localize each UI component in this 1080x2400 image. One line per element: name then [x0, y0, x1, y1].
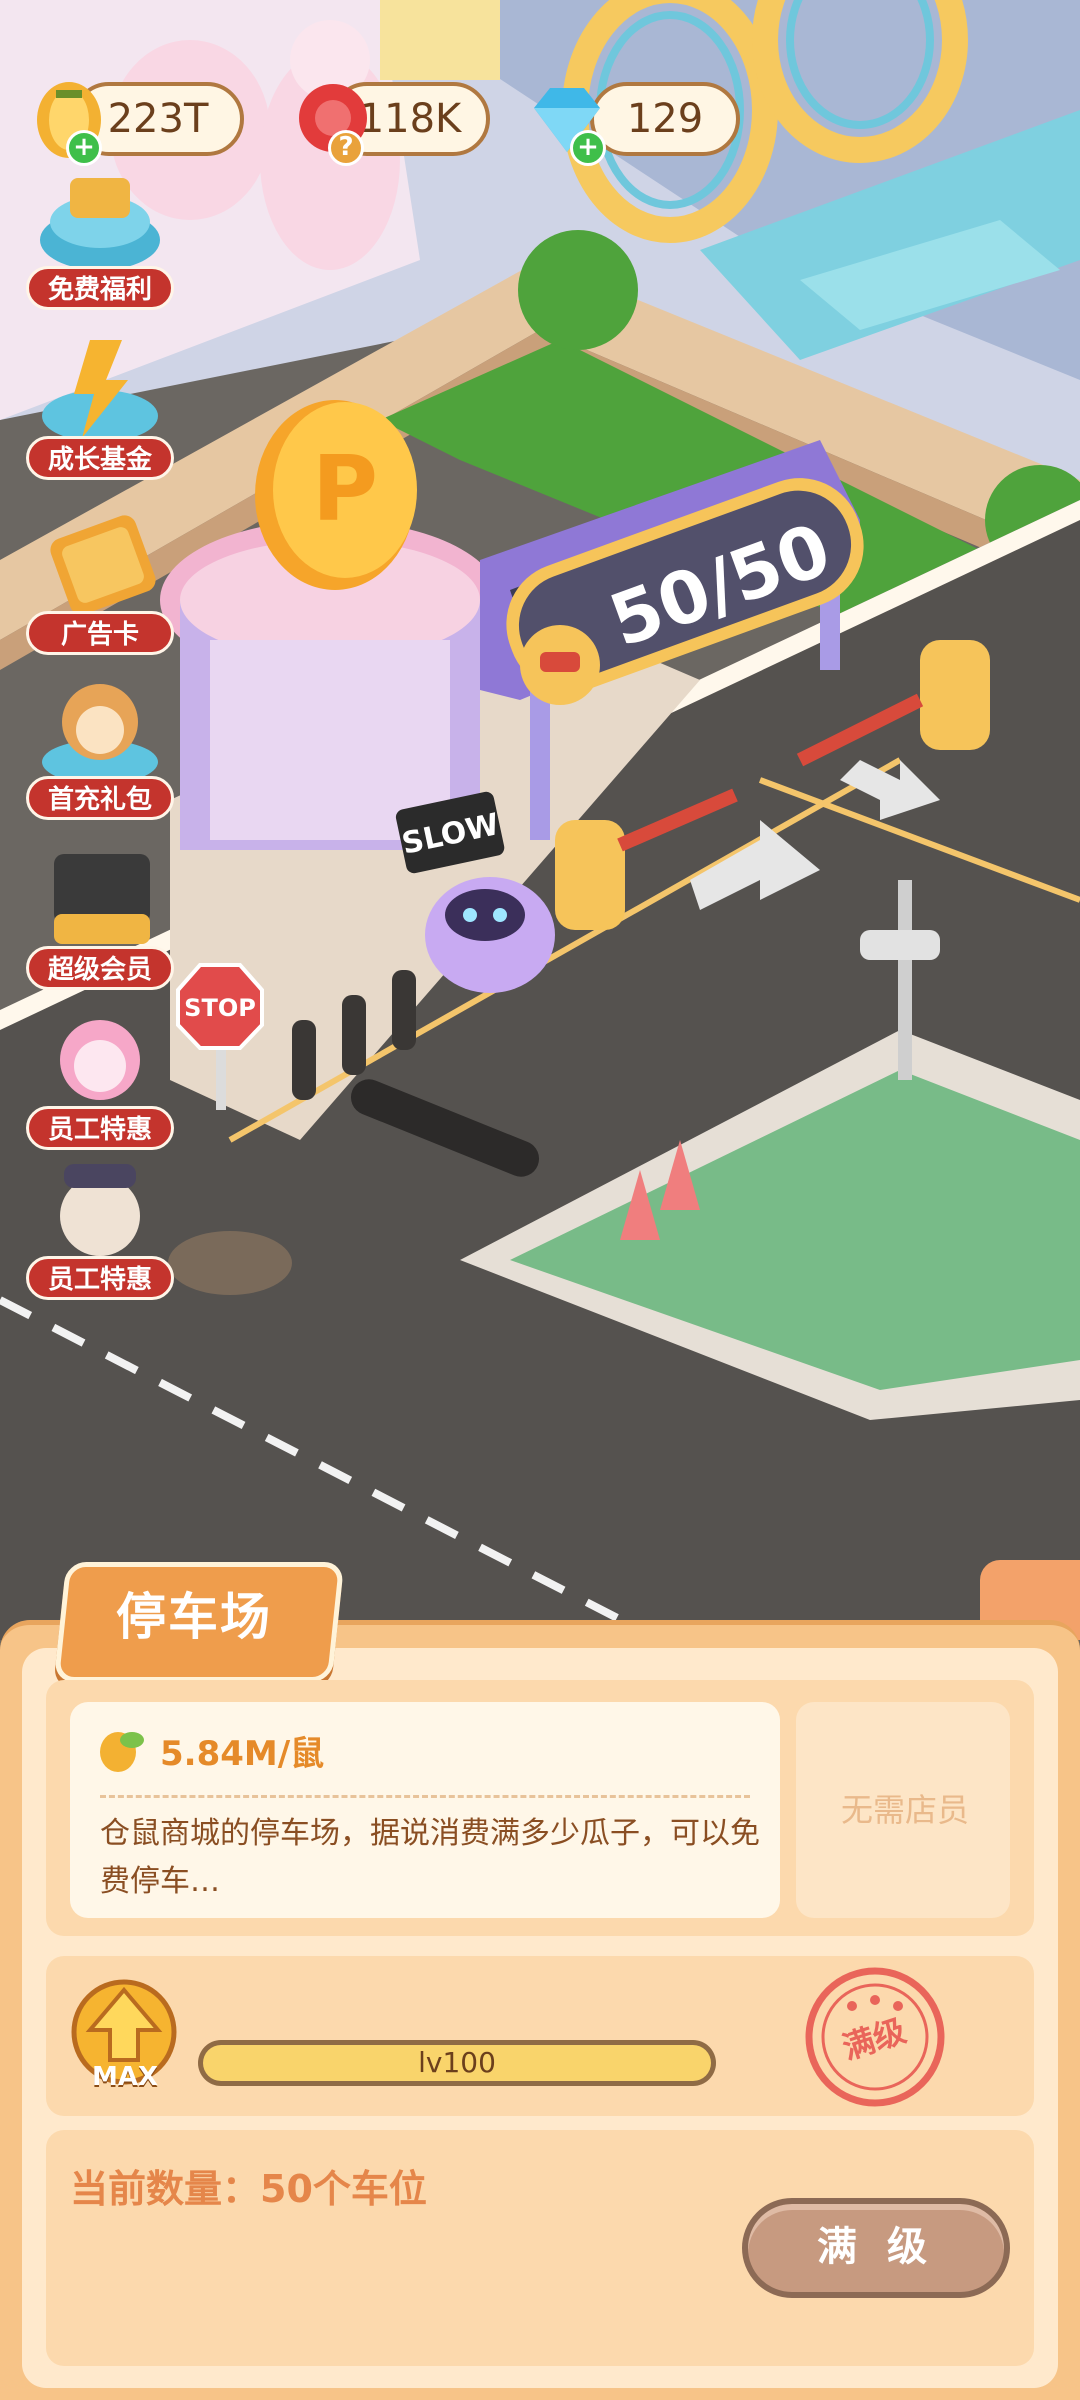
vip-card-icon: [54, 854, 150, 944]
side-free-benefits-button[interactable]: 免费福利: [18, 160, 182, 310]
parking-p-sign: P: [312, 437, 378, 542]
stamp-text: 满级: [838, 2011, 911, 2067]
max-level-button[interactable]: 满 级: [742, 2198, 1010, 2298]
side-super-vip-button[interactable]: 超级会员: [18, 840, 182, 990]
add-diamond-icon[interactable]: +: [570, 130, 606, 166]
panel-title: 停车场: [116, 1588, 272, 1646]
max-level-stamp: 满级: [805, 1967, 945, 2107]
quantity-label: 当前数量：50个车位: [70, 2167, 427, 2211]
pink-cat-icon: [60, 1020, 140, 1100]
seeds-value: 223T: [107, 96, 209, 142]
coin-pile-icon: [40, 178, 160, 270]
side-staff-deal-1-label: 员工特惠: [26, 1106, 174, 1150]
side-ad-card-button[interactable]: 广告卡: [18, 505, 182, 655]
side-staff-deal-1-button[interactable]: 员工特惠: [18, 1000, 182, 1150]
stop-sign: STOP: [184, 994, 256, 1022]
building-description: 仓鼠商城的停车场，据说消费满多少瓜子，可以免费停车…: [100, 1816, 760, 1899]
level-text: lv100: [418, 2046, 496, 2079]
side-free-benefits-label: 免费福利: [26, 266, 174, 310]
hamster-gift-icon: [42, 684, 158, 784]
no-staff-label: 无需店员: [840, 1791, 969, 1829]
income-rate: 5.84M/鼠: [160, 1734, 325, 1774]
side-super-vip-label: 超级会员: [26, 946, 174, 990]
side-growth-fund-button[interactable]: 成长基金: [18, 330, 182, 480]
side-first-charge-button[interactable]: 首充礼包: [18, 670, 182, 820]
seed-income-icon: [100, 1732, 144, 1772]
hamster-hat-icon: [60, 1164, 140, 1256]
question-icon[interactable]: ?: [328, 130, 364, 166]
side-ad-card-label: 广告卡: [26, 611, 174, 655]
side-growth-fund-label: 成长基金: [26, 436, 174, 480]
diamond-counter[interactable]: 129: [590, 82, 740, 156]
diamond-value: 129: [626, 96, 704, 142]
max-badge: MAX: [91, 2062, 159, 2092]
side-staff-deal-2-button[interactable]: 员工特惠: [18, 1150, 182, 1300]
side-first-charge-label: 首充礼包: [26, 776, 174, 820]
lightning-coins-icon: [42, 340, 158, 442]
ad-card-icon: [50, 515, 156, 615]
side-staff-deal-2-label: 员工特惠: [26, 1256, 174, 1300]
dashed-divider: [100, 1795, 750, 1798]
